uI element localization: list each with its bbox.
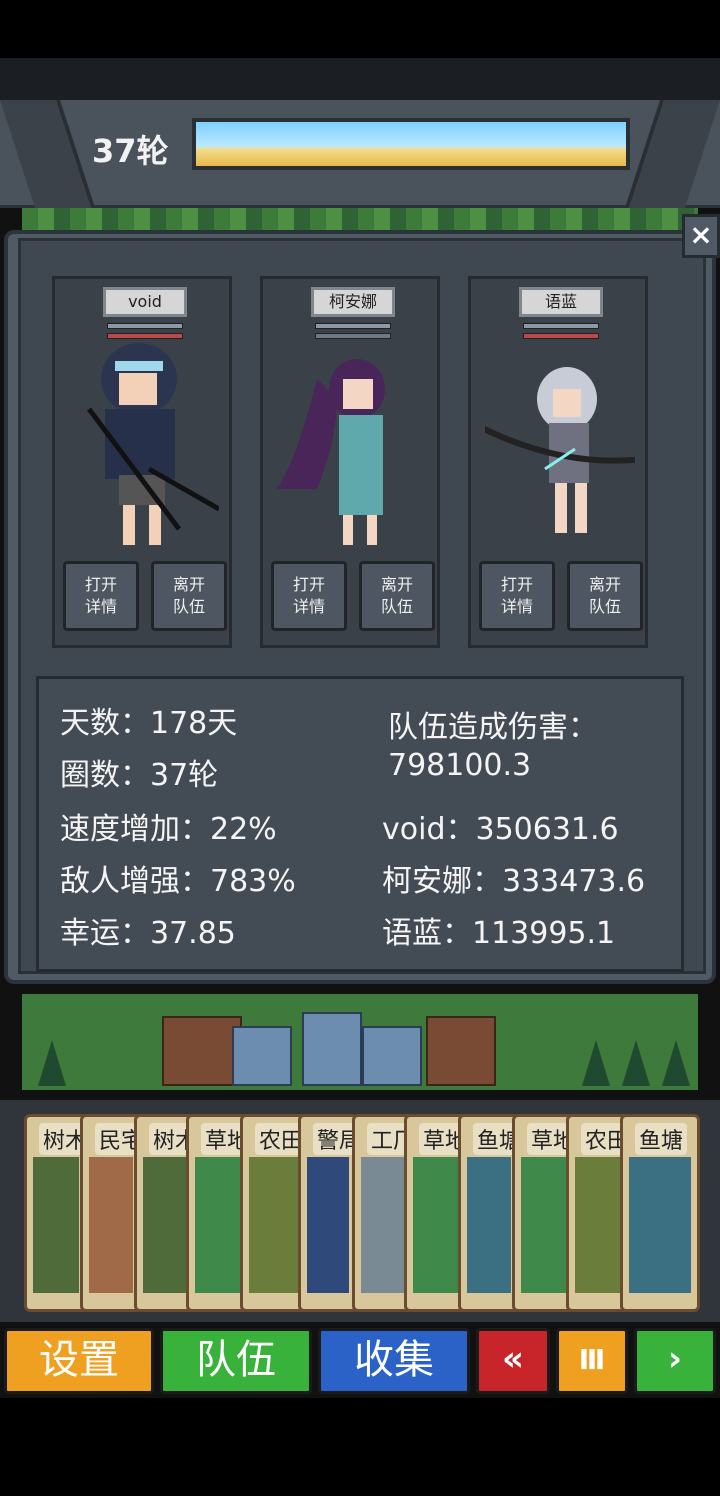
header-rail-right xyxy=(624,100,720,208)
terrain-card[interactable]: 鱼塘 xyxy=(458,1114,520,1312)
team-button[interactable]: 队伍 xyxy=(160,1328,312,1394)
terrain-card-label: 鱼塘 xyxy=(635,1123,688,1155)
damage-total: 798100.3 xyxy=(388,748,532,783)
party-slot-yulan: 语蓝 打开 详情 离开 队伍 xyxy=(468,276,648,648)
leave-team-button[interactable]: 离开 队伍 xyxy=(151,561,227,631)
damage-keanna: 柯安娜：333473.6 xyxy=(382,864,646,899)
hero-hp-bar xyxy=(523,323,599,329)
pause-button[interactable]: Ⅲ xyxy=(556,1328,628,1394)
hospital-icon xyxy=(302,1012,362,1086)
terrain-card[interactable]: 民宅 xyxy=(80,1114,142,1312)
terrain-card-art xyxy=(89,1157,133,1293)
terrain-card-art xyxy=(195,1157,241,1293)
hero-hp-bar xyxy=(315,323,391,329)
tree-icon xyxy=(622,1040,650,1086)
hero-hp-bar xyxy=(107,323,183,329)
map-strip xyxy=(22,208,698,232)
building-icon xyxy=(426,1016,496,1086)
settings-button[interactable]: 设置 xyxy=(4,1328,154,1394)
tree-icon xyxy=(582,1040,610,1086)
hero-name-plate: 语蓝 xyxy=(519,287,603,317)
terrain-card-art xyxy=(33,1157,79,1293)
tree-icon xyxy=(662,1040,690,1086)
terrain-card-art xyxy=(521,1157,567,1293)
top-band xyxy=(0,58,720,100)
terrain-card-art xyxy=(307,1157,349,1293)
terrain-card-art xyxy=(575,1157,621,1293)
building-icon xyxy=(362,1026,422,1086)
terrain-card-art xyxy=(249,1157,299,1293)
header-rail-left xyxy=(0,100,96,208)
terrain-card-art xyxy=(629,1157,691,1293)
stat-enemy-boost: 敌人增强：783% xyxy=(60,864,296,899)
hero-name-plate: 柯安娜 xyxy=(311,287,395,317)
hero-sprite-keanna xyxy=(277,359,385,545)
damage-title: 队伍造成伤害： xyxy=(388,710,598,745)
terrain-card-art xyxy=(361,1157,405,1293)
leave-team-button[interactable]: 离开 队伍 xyxy=(359,561,435,631)
building-icon xyxy=(162,1016,242,1086)
terrain-card-art xyxy=(143,1157,187,1293)
hero-name-plate: void xyxy=(103,287,187,317)
damage-yulan: 语蓝：113995.1 xyxy=(382,916,616,951)
hero-sprite-yulan xyxy=(485,367,635,533)
stat-luck: 幸运：37.85 xyxy=(60,916,236,951)
terrain-card[interactable]: 警局 xyxy=(298,1114,358,1312)
stat-speed: 速度增加：22% xyxy=(60,812,277,847)
tree-icon xyxy=(38,1040,66,1086)
open-details-button[interactable]: 打开 详情 xyxy=(479,561,555,631)
round-counter: 37轮 xyxy=(92,132,169,170)
stat-days: 天数：178天 xyxy=(60,706,238,741)
forward-button[interactable]: › xyxy=(634,1328,716,1394)
terrain-card-art xyxy=(467,1157,511,1293)
hero-sprite-void xyxy=(87,343,219,545)
terrain-card-art xyxy=(413,1157,459,1293)
terrain-card[interactable]: 鱼塘 xyxy=(620,1114,700,1312)
leave-team-button[interactable]: 离开 队伍 xyxy=(567,561,643,631)
day-progress-bar xyxy=(192,118,630,170)
damage-void: void：350631.6 xyxy=(382,812,619,847)
party-slot-keanna: 柯安娜 打开 详情 离开 队伍 xyxy=(260,276,440,648)
collect-button[interactable]: 收集 xyxy=(318,1328,470,1394)
open-details-button[interactable]: 打开 详情 xyxy=(63,561,139,631)
navigation-bar-area xyxy=(0,1398,720,1496)
rewind-button[interactable]: « xyxy=(476,1328,550,1394)
close-button[interactable]: × xyxy=(682,214,720,258)
open-details-button[interactable]: 打开 详情 xyxy=(271,561,347,631)
party-slot-void: void 打开 详情 离开 队伍 xyxy=(52,276,232,648)
status-bar-area xyxy=(0,0,720,58)
stat-loops: 圈数：37轮 xyxy=(60,758,219,793)
terrain-card[interactable]: 树木 xyxy=(24,1114,88,1312)
building-icon xyxy=(232,1026,292,1086)
town-scene xyxy=(22,994,698,1090)
